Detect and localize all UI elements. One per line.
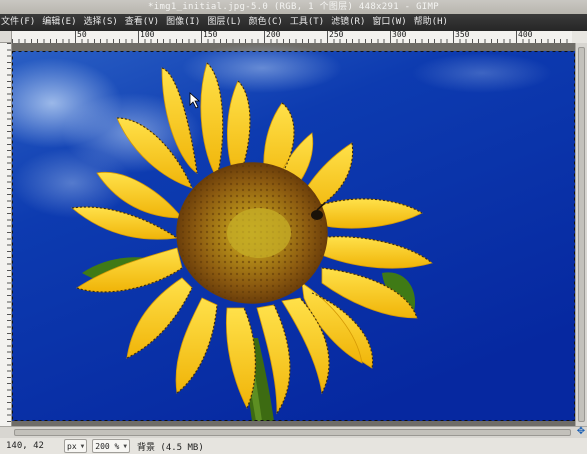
zoom-select[interactable]: 200 % ▼ xyxy=(92,439,130,453)
zoom-value: 200 % xyxy=(95,441,120,451)
unit-select[interactable]: px ▼ xyxy=(64,439,88,453)
horizontal-scrollbar[interactable]: ✥ xyxy=(0,426,587,438)
vertical-ruler[interactable] xyxy=(0,43,12,426)
menu-file[interactable]: 文件(F) xyxy=(0,14,39,31)
menu-filters[interactable]: 滤镜(R) xyxy=(328,14,369,31)
chevron-down-icon: ▼ xyxy=(123,442,127,450)
window-title: *img1_initial.jpg-5.0 (RGB, 1 个图层) 448x2… xyxy=(0,0,587,14)
chevron-down-icon: ▼ xyxy=(80,442,85,450)
menu-view[interactable]: 查看(V) xyxy=(122,14,163,31)
menu-image[interactable]: 图像(I) xyxy=(163,14,204,31)
vertical-scroll-thumb[interactable] xyxy=(578,47,585,422)
ruler-label: 50 xyxy=(77,31,87,39)
menu-layer[interactable]: 图层(L) xyxy=(204,14,245,31)
menu-windows[interactable]: 窗口(W) xyxy=(369,14,410,31)
ruler-label: 200 xyxy=(266,31,281,39)
menu-select[interactable]: 选择(S) xyxy=(81,14,122,31)
pointer-coordinates: 140, 42 xyxy=(6,441,44,451)
menu-colors[interactable]: 颜色(C) xyxy=(246,14,287,31)
image-canvas[interactable] xyxy=(12,43,575,426)
menu-help[interactable]: 帮助(H) xyxy=(411,14,452,31)
menu-bar: 文件(F) 编辑(E) 选择(S) 查看(V) 图像(I) 图层(L) 颜色(C… xyxy=(0,14,587,31)
menu-tools[interactable]: 工具(T) xyxy=(287,14,328,31)
ruler-label: 300 xyxy=(392,31,407,39)
ruler-label: 100 xyxy=(140,31,155,39)
navigate-icon[interactable]: ✥ xyxy=(576,427,586,437)
ruler-label: 250 xyxy=(329,31,344,39)
ruler-corner[interactable] xyxy=(0,31,12,43)
status-bar: 140, 42 px ▼ 200 % ▼ 背景 (4.5 MB) xyxy=(0,438,587,454)
unit-value: px xyxy=(67,441,77,451)
horizontal-scroll-thumb[interactable] xyxy=(14,429,571,436)
ruler-label: 150 xyxy=(203,31,218,39)
ruler-label: 400 xyxy=(518,31,533,39)
sunflower-image xyxy=(12,43,575,426)
gimp-window: *img1_initial.jpg-5.0 (RGB, 1 个图层) 448x2… xyxy=(0,0,587,454)
ruler-label: 350 xyxy=(455,31,470,39)
vertical-scrollbar[interactable] xyxy=(575,43,587,426)
menu-edit[interactable]: 编辑(E) xyxy=(39,14,80,31)
status-message: 背景 (4.5 MB) xyxy=(136,442,204,453)
